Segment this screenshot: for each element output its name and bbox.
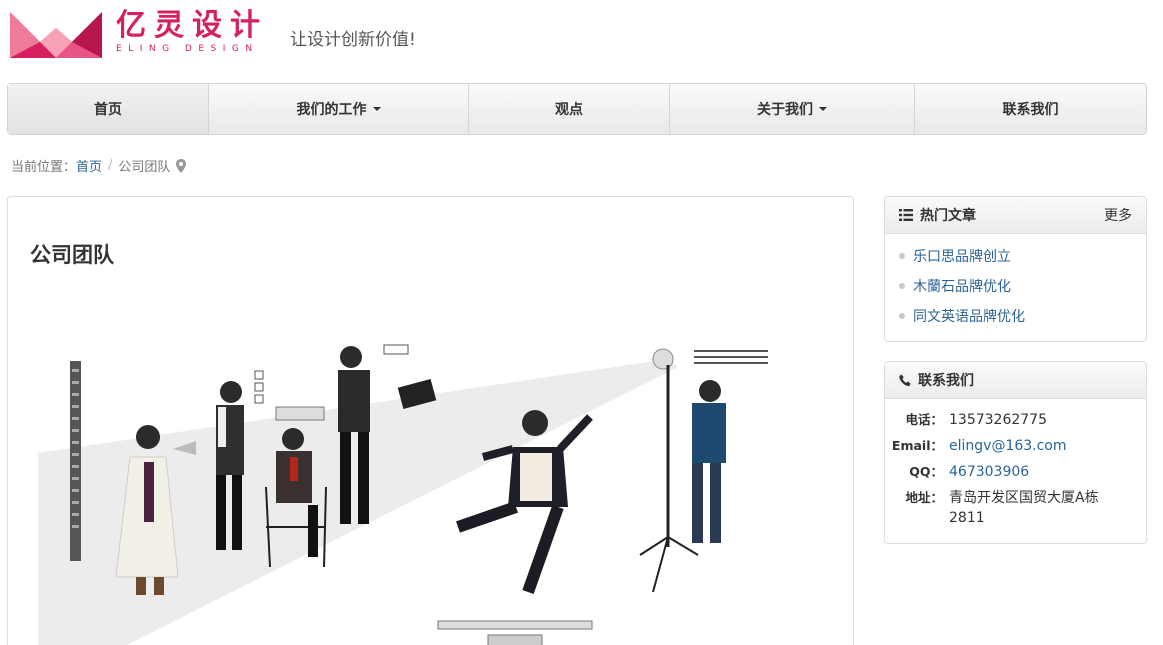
contact-panel: 联系我们 电话： 13573262775 Email： elingv@163.c…	[884, 361, 1147, 544]
contact-row-email: Email： elingv@163.com	[885, 436, 1146, 456]
contact-row-phone: 电话： 13573262775	[885, 410, 1146, 430]
breadcrumb-separator: /	[108, 158, 113, 173]
nav-item-label: 我们的工作	[296, 102, 367, 118]
bullet-icon	[899, 313, 905, 319]
list-item: 乐口思品牌创立	[899, 241, 1146, 271]
contact-phone: 13573262775	[949, 412, 1047, 428]
page-title: 公司团队	[30, 243, 114, 267]
nav-item-our-work[interactable]: 我们的工作	[209, 84, 469, 134]
list-icon	[899, 209, 913, 221]
article-link[interactable]: 同文英语品牌优化	[913, 306, 1025, 326]
nav-item-label: 联系我们	[1002, 102, 1059, 118]
contact-title: 联系我们	[918, 373, 974, 389]
contact-info: 电话： 13573262775 Email： elingv@163.com QQ…	[885, 399, 1146, 540]
map-marker-icon	[176, 158, 187, 173]
nav-item-home[interactable]: 首页	[8, 84, 209, 134]
nav-item-views[interactable]: 观点	[469, 84, 670, 134]
main-nav: 首页 我们的工作 观点 关于我们 联系我们	[7, 83, 1147, 135]
bullet-icon	[899, 253, 905, 259]
nav-item-about[interactable]: 关于我们	[670, 84, 915, 134]
site-header: 亿灵设计 ELING DESIGN 让设计创新价值!	[10, 4, 416, 60]
bullet-icon	[899, 283, 905, 289]
logo-text[interactable]: 亿灵设计 ELING DESIGN	[116, 9, 268, 55]
contact-label: QQ：	[909, 464, 943, 479]
team-photo-image	[38, 344, 768, 645]
hot-articles-title: 热门文章	[920, 208, 976, 224]
nav-item-label: 观点	[555, 102, 583, 118]
contact-label: Email：	[891, 438, 943, 453]
nav-item-label: 首页	[94, 102, 122, 118]
contact-row-qq: QQ： 467303906	[885, 462, 1146, 482]
contact-header: 联系我们	[885, 362, 1146, 399]
caret-down-icon	[819, 107, 827, 111]
contact-qq-link[interactable]: 467303906	[949, 462, 1109, 482]
site-slogan: 让设计创新价值!	[290, 29, 416, 50]
contact-email-link[interactable]: elingv@163.com	[949, 436, 1109, 456]
contact-row-address: 地址： 青岛开发区国贸大厦A栋2811	[885, 488, 1146, 528]
logo-english-name: ELING DESIGN	[116, 44, 259, 54]
nav-item-contact[interactable]: 联系我们	[915, 84, 1146, 134]
list-item: 木蘭石品牌优化	[899, 271, 1146, 301]
nav-item-label: 关于我们	[757, 102, 813, 118]
breadcrumb-home-link[interactable]: 首页	[76, 156, 102, 175]
phone-icon	[899, 374, 911, 386]
breadcrumb-prefix: 当前位置：	[11, 160, 77, 175]
contact-label: 电话：	[905, 412, 943, 427]
article-link[interactable]: 乐口思品牌创立	[913, 246, 1011, 266]
more-link[interactable]: 更多	[1104, 205, 1132, 225]
article-link[interactable]: 木蘭石品牌优化	[913, 276, 1011, 296]
breadcrumb-current: 公司团队	[118, 160, 171, 175]
hot-articles-panel: 热门文章 更多 乐口思品牌创立 木蘭石品牌优化 同文英语品牌优化	[884, 196, 1147, 342]
hot-articles-header: 热门文章 更多	[885, 197, 1146, 234]
logo-icon[interactable]	[10, 6, 102, 58]
caret-down-icon	[372, 107, 381, 111]
list-item: 同文英语品牌优化	[899, 301, 1146, 331]
hot-articles-list: 乐口思品牌创立 木蘭石品牌优化 同文英语品牌优化	[885, 234, 1146, 335]
contact-address: 青岛开发区国贸大厦A栋2811	[949, 490, 1099, 526]
breadcrumb: 当前位置： 首页 / 公司团队	[11, 156, 187, 175]
main-content-panel: 公司团队	[7, 196, 854, 645]
contact-label: 地址：	[905, 490, 943, 505]
logo-chinese-name: 亿灵设计	[116, 8, 268, 43]
